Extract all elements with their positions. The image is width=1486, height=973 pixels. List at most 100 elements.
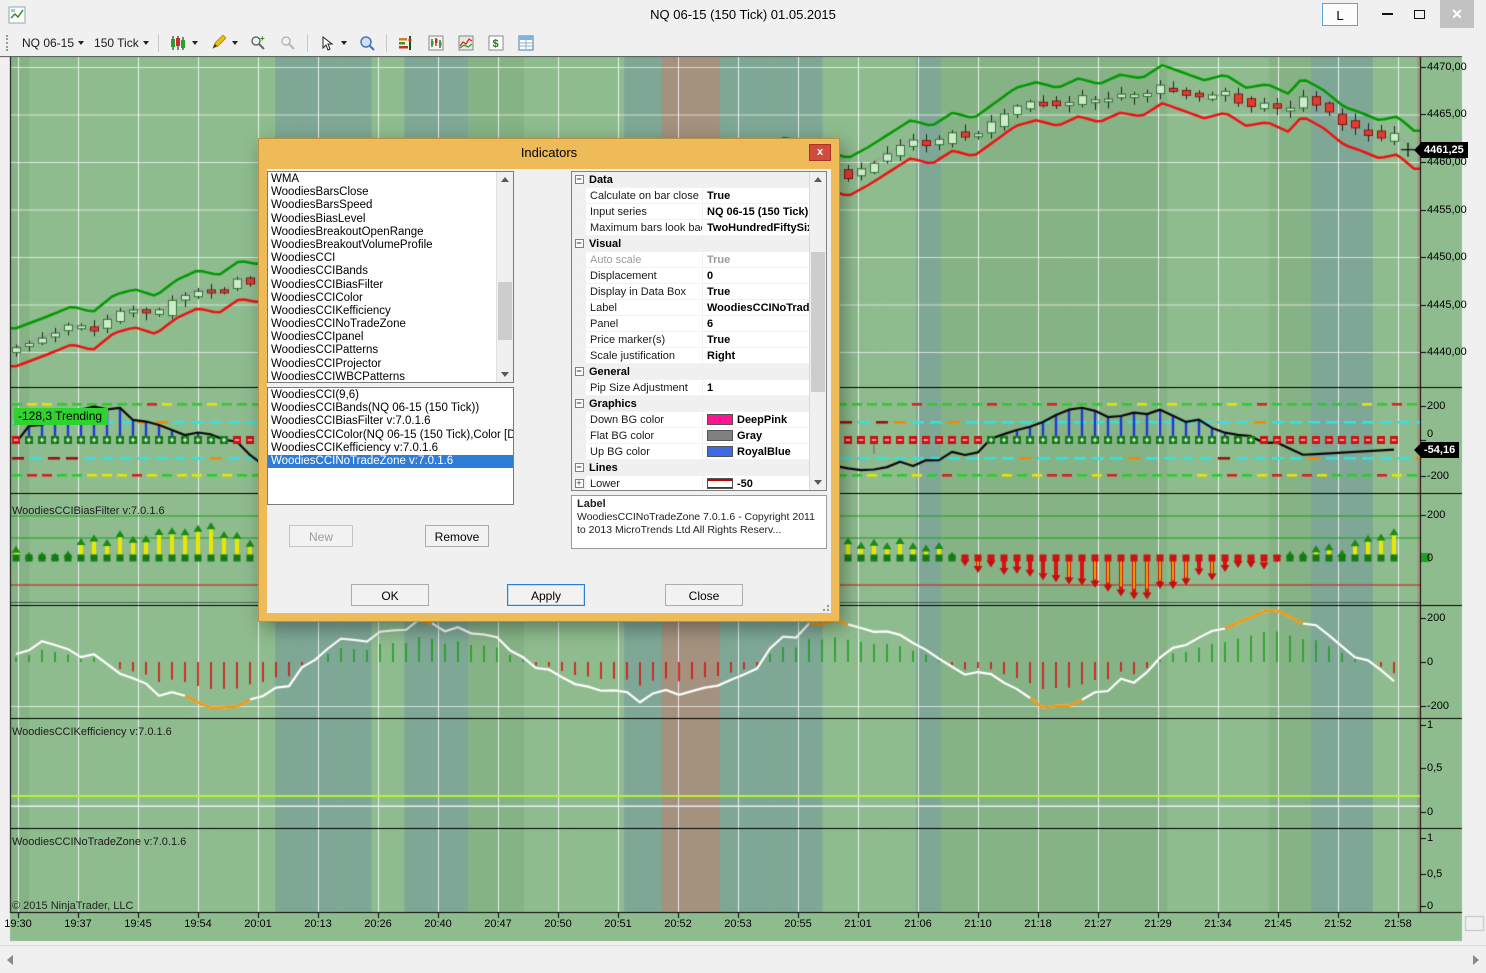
property-category[interactable]: −General [572, 364, 810, 380]
instrument-label: NQ 06-15 [22, 36, 74, 50]
scroll-up-icon[interactable] [497, 172, 513, 187]
scrollbar-thumb[interactable] [498, 282, 512, 340]
available-indicators-list[interactable]: WMAWoodiesBarsCloseWoodiesBarsSpeedWoodi… [267, 171, 514, 383]
property-row[interactable]: Auto scaleTrue [572, 252, 810, 268]
property-category[interactable]: −Graphics [572, 396, 810, 412]
new-button[interactable]: New [289, 525, 353, 547]
collapse-glyph[interactable]: − [575, 399, 584, 408]
available-indicator-item[interactable]: WoodiesBreakoutOpenRange [268, 226, 497, 239]
zoom-out-button[interactable] [273, 30, 303, 56]
expand-glyph[interactable]: + [575, 479, 584, 488]
property-row[interactable]: Displacement0 [572, 268, 810, 284]
zoom-in-button[interactable]: + [243, 30, 273, 56]
configured-indicator-item[interactable]: WoodiesCCIBands(NQ 06-15 (150 Tick)) [268, 402, 513, 415]
available-indicator-item[interactable]: WoodiesCCIPatterns [268, 344, 497, 357]
property-row[interactable]: Up BG colorRoyalBlue [572, 444, 810, 460]
collapse-glyph[interactable]: − [575, 175, 584, 184]
toolbar-grip[interactable] [6, 35, 11, 51]
available-indicator-item[interactable]: WoodiesBiasLevel [268, 213, 497, 226]
property-row[interactable]: Price marker(s)True [572, 332, 810, 348]
dialog-close-button[interactable]: x [809, 144, 831, 161]
cursor-button[interactable] [312, 30, 352, 56]
scroll-right-icon[interactable] [1473, 955, 1479, 965]
instrument-selector[interactable]: NQ 06-15 [17, 33, 89, 53]
property-row[interactable]: Maximum bars look back TwoHundredFiftySix [572, 220, 810, 236]
property-row[interactable]: Down BG colorDeepPink [572, 412, 810, 428]
resize-grip[interactable] [820, 602, 830, 612]
panel-scale-tick: -200 [1427, 700, 1449, 712]
scroll-down-icon[interactable] [497, 367, 513, 382]
chart-zoom-button[interactable] [352, 30, 382, 56]
property-category[interactable]: −Lines [572, 460, 810, 476]
property-value: True [703, 252, 810, 267]
property-name: Maximum bars look back [586, 220, 703, 235]
property-category[interactable]: −Visual [572, 236, 810, 252]
scroll-left-icon[interactable] [7, 955, 13, 965]
scroll-down-icon[interactable] [810, 475, 826, 490]
ok-button[interactable]: OK [351, 584, 429, 606]
property-value-text: Right [707, 350, 735, 362]
configured-indicator-item[interactable]: WoodiesCCIKefficiency v:7.0.1.6 [268, 442, 513, 455]
close-button[interactable]: ✕ [1440, 0, 1474, 28]
collapse-glyph[interactable]: − [575, 463, 584, 472]
link-button[interactable]: L [1322, 3, 1358, 26]
panel-scale-tick: 0 [1427, 656, 1433, 668]
property-row[interactable]: Input seriesNQ 06-15 (150 Tick) [572, 204, 810, 220]
chart-properties-button[interactable] [421, 30, 451, 56]
data-grid-button[interactable] [511, 30, 541, 56]
available-indicator-item[interactable]: WoodiesBarsSpeed [268, 199, 497, 212]
collapse-glyph[interactable]: − [575, 367, 584, 376]
configured-indicator-item[interactable]: WoodiesCCIBiasFilter v:7.0.1.6 [268, 415, 513, 428]
collapse-glyph[interactable]: − [575, 239, 584, 248]
maximize-button[interactable] [1404, 0, 1434, 28]
property-grid[interactable]: −DataCalculate on bar closeTrueInput ser… [571, 171, 827, 491]
account-data-button[interactable]: $ [481, 30, 511, 56]
chart-style-button[interactable] [163, 30, 203, 56]
available-indicator-item[interactable]: WMA [268, 173, 497, 186]
available-indicator-item[interactable]: WoodiesCCIBands [268, 265, 497, 278]
configured-indicator-item[interactable]: WoodiesCCI(9,6) [268, 389, 513, 402]
property-row[interactable]: +Lower-50 [572, 476, 810, 491]
configured-indicator-item[interactable]: WoodiesCCINoTradeZone v:7.0.1.6 [268, 455, 513, 468]
dialog-close-action-button[interactable]: Close [665, 584, 743, 606]
minimize-button[interactable] [1372, 0, 1402, 28]
scroll-up-icon[interactable] [810, 172, 826, 187]
property-value-text: TwoHundredFiftySix [707, 222, 810, 234]
property-row[interactable]: Flat BG colorGray [572, 428, 810, 444]
horizontal-scrollbar[interactable] [0, 945, 1486, 973]
property-row[interactable]: Calculate on bar closeTrue [572, 188, 810, 204]
available-indicator-item[interactable]: WoodiesCCIWBCPatterns [268, 371, 497, 383]
interval-selector[interactable]: 150 Tick [89, 33, 154, 53]
configured-indicators-list[interactable]: WoodiesCCI(9,6)WoodiesCCIBands(NQ 06-15 … [267, 387, 514, 505]
configured-indicator-item[interactable]: WoodiesCCIColor(NQ 06-15 (150 Tick),Colo… [268, 429, 513, 442]
apply-button[interactable]: Apply [507, 584, 585, 606]
indicators-button[interactable] [391, 30, 421, 56]
available-indicator-item[interactable]: WoodiesCCIColor [268, 292, 497, 305]
property-row[interactable]: Scale justificationRight [572, 348, 810, 364]
available-indicator-item[interactable]: WoodiesCCIpanel [268, 331, 497, 344]
indicators-icon [396, 33, 416, 53]
market-analyzer-button[interactable] [451, 30, 481, 56]
property-row[interactable]: LabelWoodiesCCINoTradeZone [572, 300, 810, 316]
scrollbar-thumb[interactable] [811, 252, 825, 392]
property-row[interactable]: Display in Data BoxTrue [572, 284, 810, 300]
property-grid-scrollbar[interactable] [809, 172, 826, 490]
cci-price-marker: -54,16 [1421, 442, 1459, 458]
available-indicator-item[interactable]: WoodiesCCIProjector [268, 358, 497, 371]
property-category[interactable]: −Data [572, 172, 810, 188]
draw-button[interactable] [203, 30, 243, 56]
property-name: Up BG color [586, 444, 703, 459]
property-row[interactable]: Pip Size Adjustment1 [572, 380, 810, 396]
available-indicator-item[interactable]: WoodiesCCI [268, 252, 497, 265]
property-row[interactable]: Panel6 [572, 316, 810, 332]
available-indicator-item[interactable]: WoodiesCCINoTradeZone [268, 318, 497, 331]
remove-button[interactable]: Remove [425, 525, 489, 547]
available-indicator-item[interactable]: WoodiesBarsClose [268, 186, 497, 199]
available-list-scrollbar[interactable] [496, 172, 513, 382]
dialog-titlebar[interactable]: Indicators [259, 139, 839, 169]
available-indicator-item[interactable]: WoodiesCCIBiasFilter [268, 279, 497, 292]
time-axis-tick: 20:13 [297, 918, 339, 930]
available-indicator-item[interactable]: WoodiesBreakoutVolumeProfile [268, 239, 497, 252]
time-axis-tick: 21:27 [1077, 918, 1119, 930]
available-indicator-item[interactable]: WoodiesCCIKefficiency [268, 305, 497, 318]
